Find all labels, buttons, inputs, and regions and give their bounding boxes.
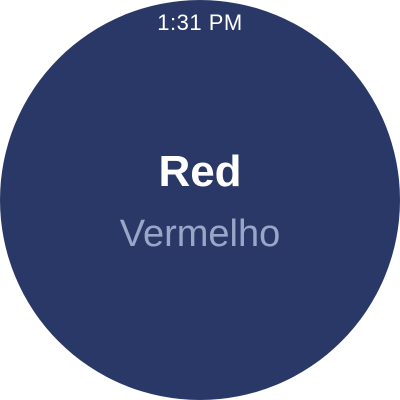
status-time: 1:31 PM xyxy=(157,10,243,35)
flashcard[interactable]: Red Vermelho xyxy=(0,140,400,264)
word-label: Red xyxy=(158,147,242,196)
translation-label: Vermelho xyxy=(119,213,281,255)
watch-screen[interactable]: 1:31 PM Red Vermelho xyxy=(0,0,400,400)
